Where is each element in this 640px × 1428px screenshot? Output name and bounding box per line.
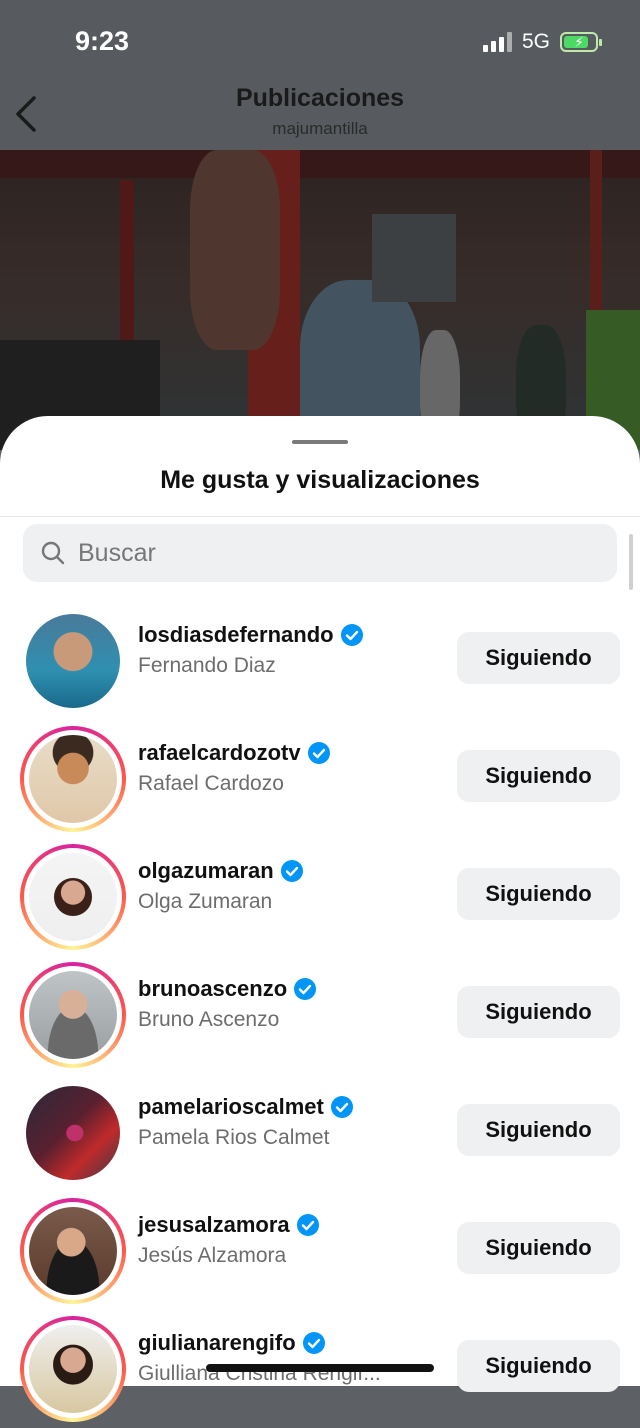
likes-sheet: Me gusta y visualizaciones losdiasdefern… <box>0 416 640 1422</box>
search-input[interactable] <box>76 537 560 569</box>
avatar[interactable] <box>20 608 126 714</box>
page-subtitle: majumantilla <box>272 119 368 138</box>
following-button[interactable]: Siguiendo <box>457 1222 620 1274</box>
avatar[interactable] <box>20 844 126 950</box>
list-item[interactable]: jesusalzamora Jesús Alzamora Siguiendo <box>0 1192 640 1310</box>
verified-badge-icon <box>302 1332 325 1354</box>
verified-badge-icon <box>307 742 330 764</box>
battery-icon: ⚡ <box>560 32 602 52</box>
username[interactable]: pamelarioscalmet <box>138 1094 354 1120</box>
page-title: Publicaciones <box>235 84 405 112</box>
full-name: Pamela Rios Calmet <box>138 1126 330 1149</box>
username[interactable]: olgazumaran <box>138 858 304 884</box>
divider <box>0 516 640 517</box>
username[interactable]: rafaelcardozotv <box>138 740 331 766</box>
full-name: Bruno Ascenzo <box>138 1008 280 1031</box>
search-field[interactable] <box>23 524 617 582</box>
avatar[interactable] <box>20 962 126 1068</box>
list-item[interactable]: losdiasdefernando Fernando Diaz Siguiend… <box>0 602 640 720</box>
home-indicator[interactable] <box>206 1364 434 1372</box>
top-bar: 9:23 5G ⚡ Publicaciones majumantilla <box>0 0 640 150</box>
sheet-grabber[interactable] <box>292 440 348 444</box>
avatar[interactable] <box>20 726 126 832</box>
status-icons: 5G ⚡ <box>482 30 602 54</box>
list-item[interactable]: pamelarioscalmet Pamela Rios Calmet Sigu… <box>0 1074 640 1192</box>
network-label: 5G <box>521 30 550 53</box>
avatar[interactable] <box>20 1198 126 1304</box>
status-time: 9:23 <box>75 26 130 56</box>
following-button[interactable]: Siguiendo <box>457 986 620 1038</box>
search-icon <box>41 541 65 565</box>
signal-icon <box>482 32 512 52</box>
sheet-title: Me gusta y visualizaciones <box>160 466 480 494</box>
full-name: Fernando Diaz <box>138 654 276 677</box>
following-button[interactable]: Siguiendo <box>457 868 620 920</box>
full-name: Olga Zumaran <box>138 890 273 913</box>
verified-badge-icon <box>280 860 303 882</box>
full-name: Rafael Cardozo <box>138 772 284 795</box>
following-button[interactable]: Siguiendo <box>457 750 620 802</box>
list-item[interactable]: olgazumaran Olga Zumaran Siguiendo <box>0 838 640 956</box>
username[interactable]: brunoascenzo <box>138 976 317 1002</box>
username[interactable]: losdiasdefernando <box>138 622 364 648</box>
verified-badge-icon <box>296 1214 319 1236</box>
verified-badge-icon <box>340 624 363 646</box>
following-button[interactable]: Siguiendo <box>457 1340 620 1392</box>
avatar[interactable] <box>20 1316 126 1422</box>
username[interactable]: jesusalzamora <box>138 1212 320 1238</box>
verified-badge-icon <box>294 978 317 1000</box>
avatar[interactable] <box>20 1080 126 1186</box>
verified-badge-icon <box>330 1096 353 1118</box>
post-photo <box>0 150 640 450</box>
following-button[interactable]: Siguiendo <box>457 1104 620 1156</box>
list-item[interactable]: rafaelcardozotv Rafael Cardozo Siguiendo <box>0 720 640 838</box>
scrollbar[interactable] <box>629 534 633 590</box>
full-name: Jesús Alzamora <box>138 1244 287 1267</box>
list-item[interactable]: brunoascenzo Bruno Ascenzo Siguiendo <box>0 956 640 1074</box>
following-button[interactable]: Siguiendo <box>457 632 620 684</box>
username[interactable]: giulianarengifo <box>138 1330 326 1356</box>
